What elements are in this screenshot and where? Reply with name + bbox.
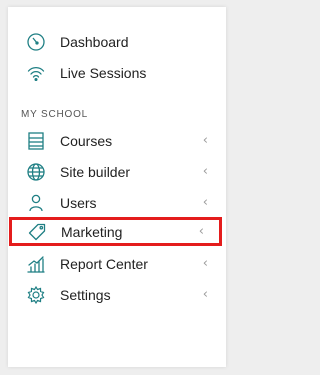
chart-icon xyxy=(26,254,46,274)
courses-document-icon xyxy=(26,131,46,151)
menu-item-label: Live Sessions xyxy=(60,64,147,81)
menu-item-label: Settings xyxy=(60,286,111,303)
menu-item-label: Users xyxy=(60,194,97,211)
menu-item-dashboard[interactable]: Dashboard xyxy=(8,26,226,57)
menu-item-report-center[interactable]: Report Center ‹ xyxy=(8,248,226,279)
menu-item-label: Courses xyxy=(60,132,113,149)
chevron-left-icon: ‹ xyxy=(202,287,208,302)
chevron-left-icon: ‹ xyxy=(202,195,208,210)
gear-icon xyxy=(26,285,46,305)
globe-icon xyxy=(26,162,46,182)
menu-item-marketing[interactable]: Marketing ‹ xyxy=(9,217,222,246)
menu-item-live-sessions[interactable]: Live Sessions xyxy=(8,57,226,88)
menu-item-label: Site builder xyxy=(60,163,131,180)
menu-item-site-builder[interactable]: Site builder ‹ xyxy=(8,156,226,187)
user-icon xyxy=(26,193,46,213)
tag-icon xyxy=(27,222,47,242)
menu-item-label: Report Center xyxy=(60,255,148,272)
menu-item-label: Marketing xyxy=(61,223,123,240)
menu-item-courses[interactable]: Courses ‹ xyxy=(8,125,226,156)
dashboard-gauge-icon xyxy=(26,32,46,52)
menu-item-label: Dashboard xyxy=(60,33,129,50)
chevron-left-icon: ‹ xyxy=(202,133,208,148)
chevron-left-icon: ‹ xyxy=(198,224,204,239)
menu-item-users[interactable]: Users ‹ xyxy=(8,187,226,218)
sidebar-menu: Dashboard Live Sessions MY SCHOOL Course… xyxy=(8,7,226,367)
chevron-left-icon: ‹ xyxy=(202,256,208,271)
wifi-icon xyxy=(26,63,46,83)
section-title-my-school: MY SCHOOL xyxy=(21,109,89,120)
menu-item-settings[interactable]: Settings ‹ xyxy=(8,279,226,310)
chevron-left-icon: ‹ xyxy=(202,164,208,179)
